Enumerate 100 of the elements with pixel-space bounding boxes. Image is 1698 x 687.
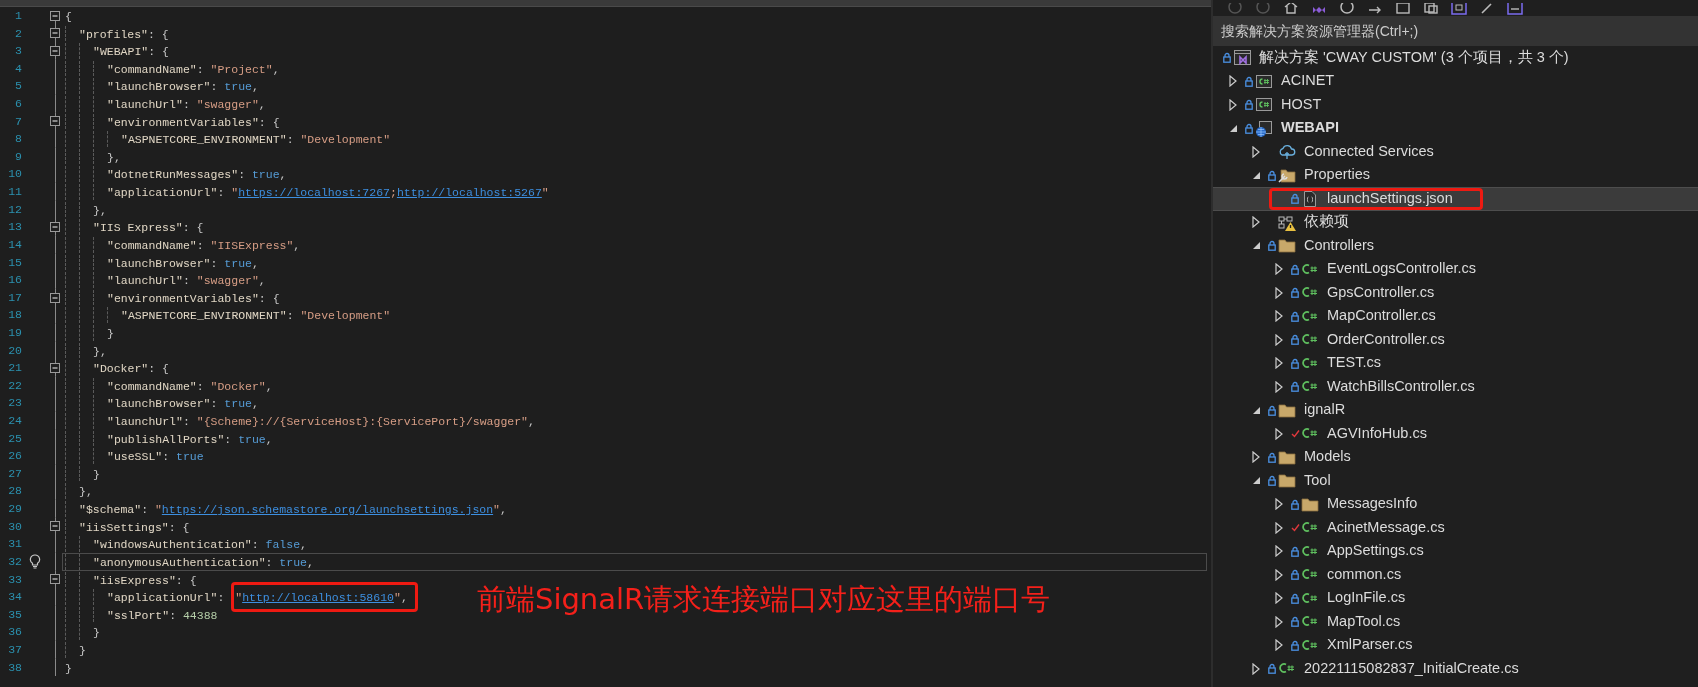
expand-arrow-icon[interactable]: [1275, 545, 1283, 558]
tree-item[interactable]: launchSettings.json: [1213, 187, 1698, 211]
expand-arrow-icon[interactable]: [1275, 310, 1283, 323]
line-number: 27: [7, 465, 22, 482]
expand-arrow-icon[interactable]: [1275, 263, 1283, 276]
expand-arrow-icon[interactable]: [1275, 639, 1283, 652]
pen-icon[interactable]: [1479, 3, 1495, 15]
expand-arrow-icon[interactable]: [1229, 123, 1238, 133]
tree-item[interactable]: Controllers: [1213, 234, 1698, 258]
code-line: "commandName": "Docker",: [107, 378, 273, 394]
expand-arrow-icon[interactable]: [1275, 568, 1283, 581]
tree-item[interactable]: AcinetMessage.cs: [1213, 516, 1698, 540]
expand-arrow-icon[interactable]: [1252, 451, 1260, 464]
line-number: 21: [7, 360, 22, 377]
expand-arrow-icon[interactable]: [1229, 98, 1237, 111]
code-line: },: [93, 343, 107, 359]
collapse-toggle-icon[interactable]: [50, 292, 60, 303]
expand-arrow-icon[interactable]: [1252, 216, 1260, 229]
url-link[interactable]: https://localhost:7267: [238, 186, 390, 200]
expand-arrow-icon[interactable]: [1252, 476, 1261, 486]
collapse-toggle-icon[interactable]: [50, 28, 60, 39]
line-number: 18: [7, 307, 22, 324]
tree-item[interactable]: Connected Services: [1213, 140, 1698, 164]
tree-item[interactable]: LogInFile.cs: [1213, 586, 1698, 610]
tree-item[interactable]: MapTool.cs: [1213, 610, 1698, 634]
line-number: 35: [7, 606, 22, 623]
tree-item[interactable]: ignalR: [1213, 398, 1698, 422]
line-number: 4: [14, 60, 22, 77]
expand-arrow-icon[interactable]: [1229, 75, 1237, 88]
line-number: 7: [14, 113, 22, 130]
url-link[interactable]: https://json.schemastore.org/launchsettings.json: [161, 503, 494, 517]
tree-item[interactable]: Tool: [1213, 469, 1698, 493]
tree-item[interactable]: ACINET: [1213, 69, 1698, 93]
code-line: "launchBrowser": true,: [107, 79, 259, 95]
code-line: }: [65, 660, 72, 676]
url-link[interactable]: http://localhost:58610: [242, 591, 394, 605]
tree-item-label: ACINET: [1281, 71, 1335, 91]
expand-arrow-icon[interactable]: [1252, 170, 1261, 180]
tree-item[interactable]: XmlParser.cs: [1213, 633, 1698, 657]
tree-item[interactable]: Models: [1213, 445, 1698, 469]
expand-arrow-icon[interactable]: [1275, 498, 1283, 511]
tree-item-label: Tool: [1304, 470, 1331, 490]
expand-arrow-icon[interactable]: [1275, 357, 1283, 370]
tree-item[interactable]: common.cs: [1213, 563, 1698, 587]
tree-item[interactable]: AGVInfoHub.cs: [1213, 422, 1698, 446]
line-number: 16: [7, 272, 22, 289]
tree-item[interactable]: OrderController.cs: [1213, 328, 1698, 352]
tree-item-label: WEBAPI: [1281, 118, 1339, 138]
filter-icon[interactable]: [1451, 3, 1467, 15]
code-line: }: [93, 466, 100, 482]
expand-arrow-icon[interactable]: [1252, 662, 1260, 675]
collapse-toggle-icon[interactable]: [50, 10, 60, 21]
tree-item[interactable]: WatchBillsController.cs: [1213, 375, 1698, 399]
tree-item-label: WatchBillsController.cs: [1327, 376, 1475, 396]
tree-item-label: launchSettings.json: [1327, 188, 1453, 208]
expand-arrow-icon[interactable]: [1252, 145, 1260, 158]
expand-arrow-icon[interactable]: [1275, 427, 1283, 440]
lightbulb-icon[interactable]: [29, 554, 41, 570]
folder-icon: [1301, 495, 1320, 513]
home-icon[interactable]: [1283, 3, 1299, 15]
collapse-toggle-icon[interactable]: [50, 46, 60, 56]
search-field[interactable]: 搜索解决方案资源管理器(Ctrl+;): [1213, 16, 1698, 46]
line-number: 19: [7, 324, 22, 341]
tree-item-label: Connected Services: [1304, 141, 1434, 161]
expand-arrow-icon[interactable]: [1275, 592, 1283, 605]
expand-arrow-icon[interactable]: [1275, 380, 1283, 393]
history-icon[interactable]: [1339, 3, 1355, 15]
copy-icon[interactable]: [1423, 3, 1439, 15]
tree-item[interactable]: EventLogsController.cs: [1213, 257, 1698, 281]
tree-item-label: HOST: [1281, 94, 1322, 114]
line-number: 20: [7, 342, 22, 359]
line-number: 17: [7, 289, 22, 306]
expand-arrow-icon[interactable]: [1252, 405, 1261, 415]
collapse-toggle-icon[interactable]: [50, 363, 60, 373]
tree-item[interactable]: HOST: [1213, 93, 1698, 117]
preview-icon[interactable]: [1507, 3, 1523, 15]
collapse-toggle-icon[interactable]: [50, 574, 60, 585]
line-number: 22: [7, 377, 22, 394]
tree-item[interactable]: 解决方案 'CWAY CUSTOM' (3 个项目，共 3 个): [1213, 46, 1698, 70]
tree-item[interactable]: MessagesInfo: [1213, 492, 1698, 516]
expand-arrow-icon[interactable]: [1275, 521, 1283, 534]
tree-item[interactable]: AppSettings.cs: [1213, 539, 1698, 563]
tree-item[interactable]: GpsController.cs: [1213, 281, 1698, 305]
code-line: "useSSL": true: [107, 449, 204, 464]
collapse-toggle-icon[interactable]: [50, 116, 60, 127]
tree-item[interactable]: 依赖项: [1213, 210, 1698, 234]
tree-item[interactable]: TEST.cs: [1213, 351, 1698, 375]
tree-item-label: GpsController.cs: [1327, 282, 1435, 302]
tree-item[interactable]: MapController.cs: [1213, 304, 1698, 328]
tree-item-label: 20221115082837_InitialCreate.cs: [1304, 658, 1519, 678]
tree-item[interactable]: WEBAPI: [1213, 116, 1698, 140]
collapse-toggle-icon[interactable]: [50, 521, 60, 532]
expand-arrow-icon[interactable]: [1275, 333, 1283, 346]
url-link[interactable]: http://localhost:5267: [396, 186, 542, 200]
tree-item[interactable]: Properties: [1213, 163, 1698, 187]
expand-arrow-icon[interactable]: [1252, 241, 1261, 251]
collapse-toggle-icon[interactable]: [50, 222, 60, 233]
tree-item[interactable]: 20221115082837_InitialCreate.cs: [1213, 657, 1698, 681]
expand-arrow-icon[interactable]: [1275, 286, 1283, 299]
expand-arrow-icon[interactable]: [1275, 615, 1283, 628]
